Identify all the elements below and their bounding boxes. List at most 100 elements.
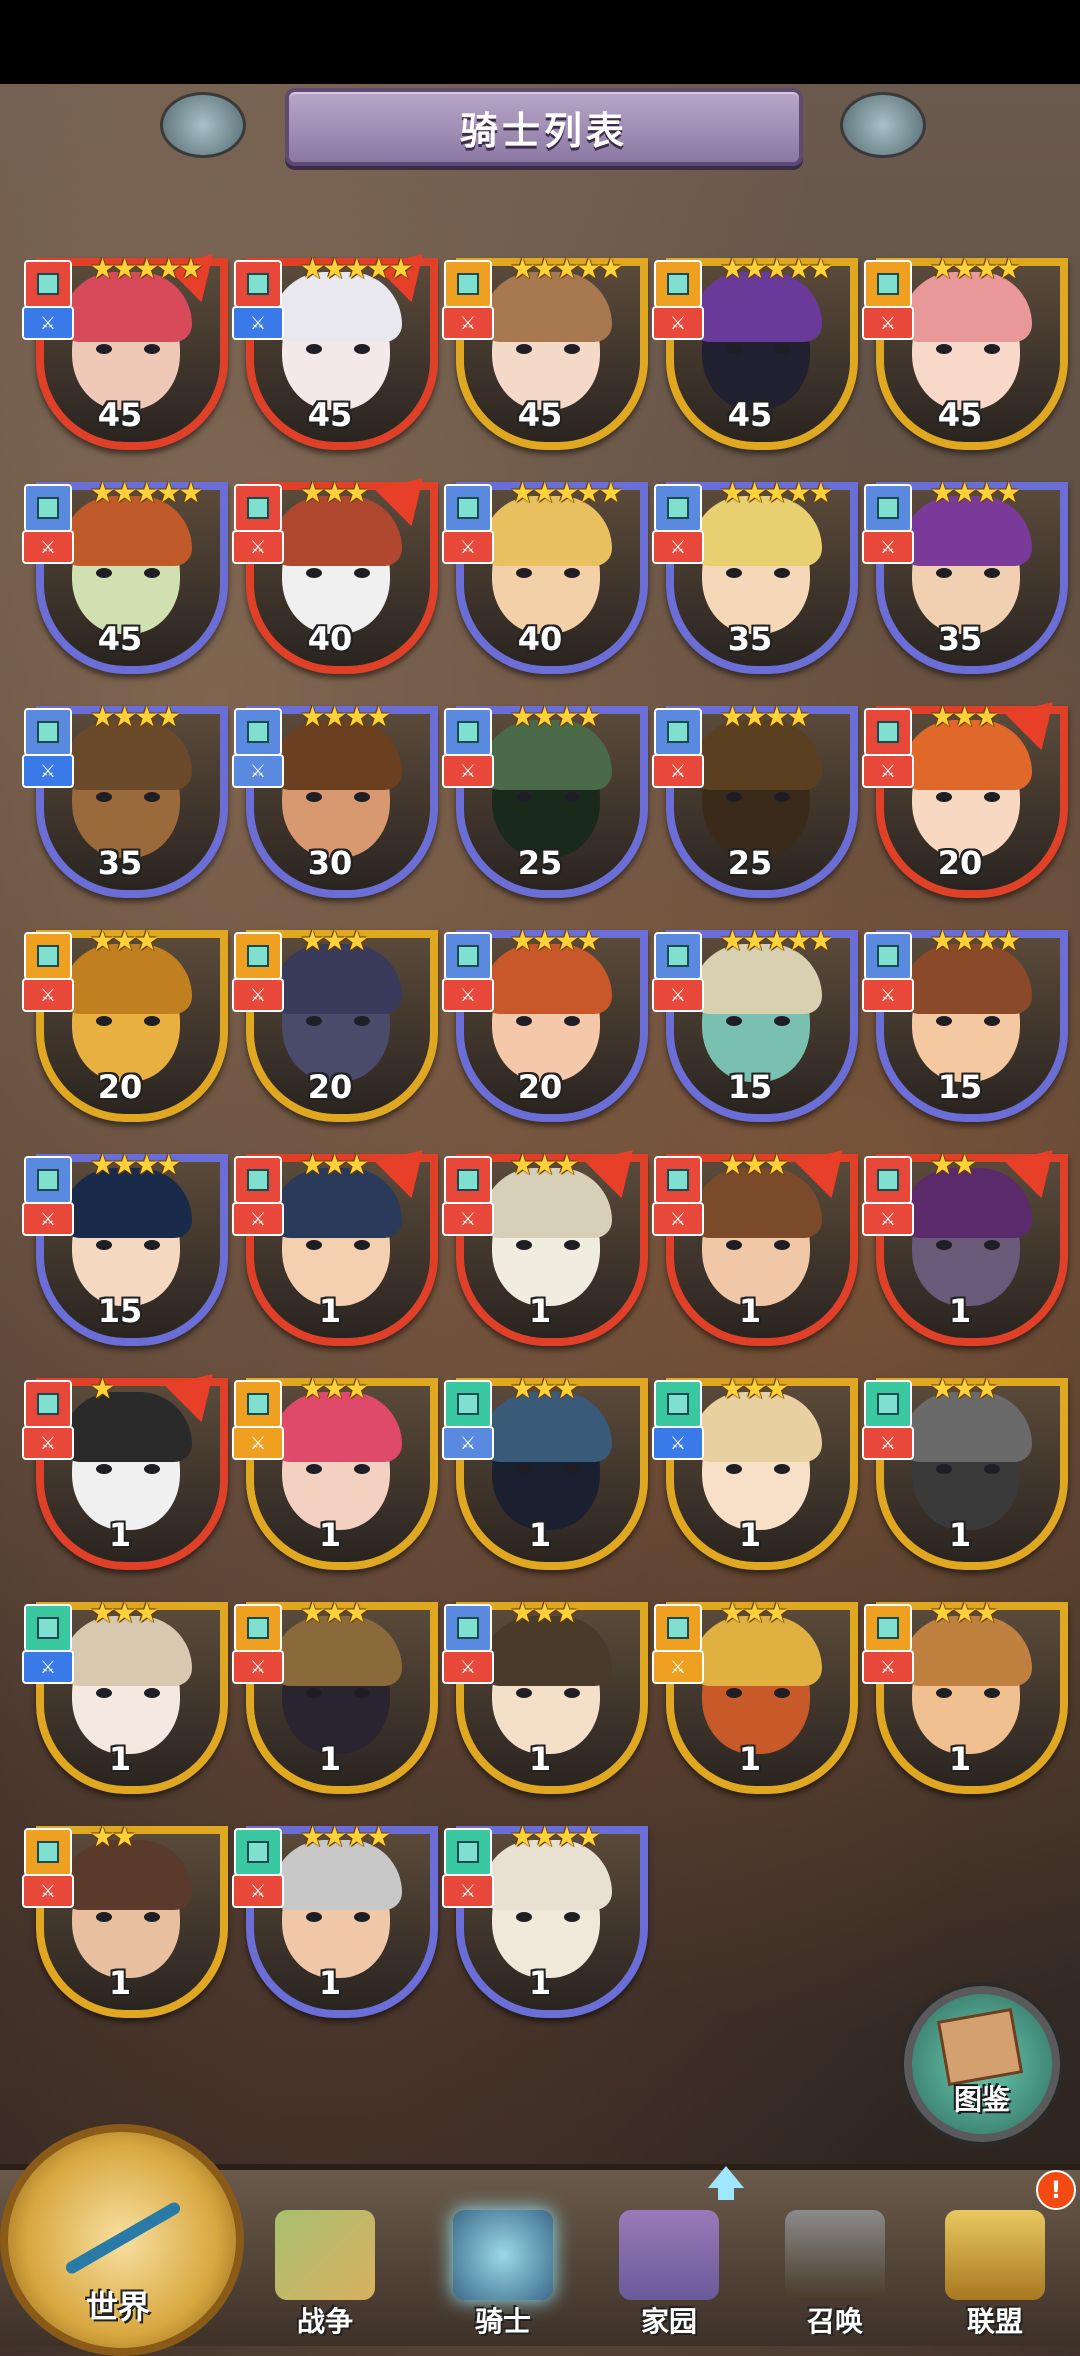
- nav-knights-button[interactable]: 骑士: [428, 2190, 578, 2340]
- star-rating: ★★★: [300, 1372, 369, 1405]
- knight-card[interactable]: ★★★ ⚔ 40: [232, 459, 442, 674]
- knight-level: 1: [528, 1516, 552, 1554]
- role-icon: ⚔: [652, 1426, 704, 1460]
- knight-card[interactable]: ★★★ ⚔ 20: [862, 683, 1072, 898]
- role-icon: ⚔: [232, 754, 284, 788]
- knight-card[interactable]: ★★★ ⚔ 1: [652, 1368, 858, 1570]
- class-icon: [444, 484, 492, 532]
- knight-card[interactable]: ★★★ ⚔ 1: [652, 1592, 858, 1794]
- nav-war-label: 战争: [296, 2305, 353, 2338]
- knight-card[interactable]: ★★★★ ⚔ 25: [652, 696, 858, 898]
- knight-card[interactable]: ★★★★ ⚔ 20: [442, 920, 648, 1122]
- knight-card[interactable]: ★★★ ⚔ 1: [442, 1592, 648, 1794]
- role-icon: ⚔: [442, 1874, 494, 1908]
- knight-card[interactable]: ★★★★★ ⚔ 45: [22, 235, 232, 450]
- catalog-button[interactable]: 图鉴: [904, 1986, 1060, 2142]
- role-icon: ⚔: [22, 1426, 74, 1460]
- knight-level: 1: [528, 1740, 552, 1778]
- role-icon: ⚔: [652, 530, 704, 564]
- role-icon: ⚔: [22, 1874, 74, 1908]
- role-icon: ⚔: [232, 306, 284, 340]
- nav-war-button[interactable]: 战争: [250, 2190, 400, 2340]
- knight-level: 1: [318, 1740, 342, 1778]
- knight-card[interactable]: ★★★ ⚔ 20: [232, 920, 438, 1122]
- class-icon: [864, 1380, 912, 1428]
- knight-level: 15: [937, 1068, 983, 1106]
- knight-card[interactable]: ★★★★★ ⚔ 15: [652, 920, 858, 1122]
- knight-level: 45: [97, 620, 143, 658]
- class-icon: [24, 260, 72, 308]
- knight-level: 1: [738, 1292, 762, 1330]
- knight-card[interactable]: ★★★★★ ⚔ 35: [652, 472, 858, 674]
- knight-card[interactable]: ★★★ ⚔ 1: [442, 1131, 652, 1346]
- class-icon: [864, 932, 912, 980]
- knight-level: 35: [727, 620, 773, 658]
- knight-level: 1: [738, 1516, 762, 1554]
- class-icon: [24, 1156, 72, 1204]
- star-rating: ★★★: [510, 1372, 579, 1405]
- class-icon: [24, 484, 72, 532]
- knight-card[interactable]: ★★★★ ⚔ 30: [232, 696, 438, 898]
- knight-card[interactable]: ★★★★ ⚔ 1: [442, 1816, 648, 2018]
- knight-level: 1: [948, 1292, 972, 1330]
- class-icon: [24, 932, 72, 980]
- star-rating: ★★★★: [300, 1820, 391, 1853]
- knight-card[interactable]: ★★★★★ ⚔ 45: [22, 472, 228, 674]
- role-icon: ⚔: [22, 306, 74, 340]
- star-rating: ★★★★★: [510, 476, 624, 509]
- star-rating: ★★★: [300, 924, 369, 957]
- nav-world-button[interactable]: 世界: [0, 2124, 244, 2356]
- knight-card[interactable]: ★★★ ⚔ 1: [22, 1592, 228, 1794]
- knight-card[interactable]: ★★★ ⚔ 1: [232, 1131, 442, 1346]
- knight-card[interactable]: ★★★ ⚔ 1: [442, 1368, 648, 1570]
- class-icon: [654, 260, 702, 308]
- role-icon: ⚔: [232, 530, 284, 564]
- knight-level: 1: [318, 1516, 342, 1554]
- role-icon: ⚔: [22, 1202, 74, 1236]
- class-icon: [654, 1156, 702, 1204]
- class-icon: [864, 1604, 912, 1652]
- house-icon: [619, 2210, 719, 2300]
- train-icon: [785, 2210, 885, 2300]
- knight-level: 1: [318, 1964, 342, 2002]
- nav-alliance-button[interactable]: 联盟: [920, 2190, 1070, 2340]
- knight-card[interactable]: ★★★★★ ⚔ 45: [232, 235, 442, 450]
- knight-card[interactable]: ★★★ ⚔ 1: [652, 1131, 862, 1346]
- nav-home-button[interactable]: 家园: [594, 2190, 744, 2340]
- knight-card[interactable]: ★ ⚔ 1: [22, 1355, 232, 1570]
- knight-card[interactable]: ★★★★ ⚔ 35: [862, 472, 1068, 674]
- class-icon: [234, 1380, 282, 1428]
- class-icon: [234, 708, 282, 756]
- knight-card[interactable]: ★★★★★ ⚔ 45: [652, 248, 858, 450]
- nav-world-label: 世界: [85, 2288, 150, 2326]
- knight-card[interactable]: ★★★ ⚔ 1: [862, 1592, 1068, 1794]
- knight-card[interactable]: ★★★ ⚔ 1: [232, 1592, 438, 1794]
- knight-level: 1: [738, 1740, 762, 1778]
- knight-card[interactable]: ★★★ ⚔ 20: [22, 920, 228, 1122]
- nav-summon-button[interactable]: 召唤: [760, 2190, 910, 2340]
- knight-card[interactable]: ★★ ⚔ 1: [22, 1816, 228, 2018]
- role-icon: ⚔: [22, 530, 74, 564]
- knight-card[interactable]: ★★★★★ ⚔ 40: [442, 472, 648, 674]
- knight-card[interactable]: ★★★ ⚔ 1: [862, 1368, 1068, 1570]
- knight-level: 1: [318, 1292, 342, 1330]
- role-icon: ⚔: [232, 1426, 284, 1460]
- knight-card[interactable]: ★★ ⚔ 1: [862, 1131, 1072, 1346]
- knight-card[interactable]: ★★★★ ⚔ 15: [22, 1144, 228, 1346]
- knight-card[interactable]: ★★★★ ⚔ 35: [22, 696, 228, 898]
- star-rating: ★★★★: [930, 252, 1021, 285]
- knight-card[interactable]: ★★★★ ⚔ 1: [232, 1816, 438, 2018]
- star-rating: ★★★★: [510, 700, 601, 733]
- knight-level: 45: [97, 396, 143, 434]
- role-icon: ⚔: [22, 978, 74, 1012]
- knight-card[interactable]: ★★★ ⚔ 1: [232, 1368, 438, 1570]
- class-icon: [234, 1156, 282, 1204]
- knight-card[interactable]: ★★★★ ⚔ 45: [862, 248, 1068, 450]
- knight-card[interactable]: ★★★★★ ⚔ 45: [442, 248, 648, 450]
- knight-level: 1: [528, 1964, 552, 2002]
- role-icon: ⚔: [652, 754, 704, 788]
- class-icon: [864, 260, 912, 308]
- role-icon: ⚔: [232, 978, 284, 1012]
- knight-card[interactable]: ★★★★ ⚔ 15: [862, 920, 1068, 1122]
- knight-card[interactable]: ★★★★ ⚔ 25: [442, 696, 648, 898]
